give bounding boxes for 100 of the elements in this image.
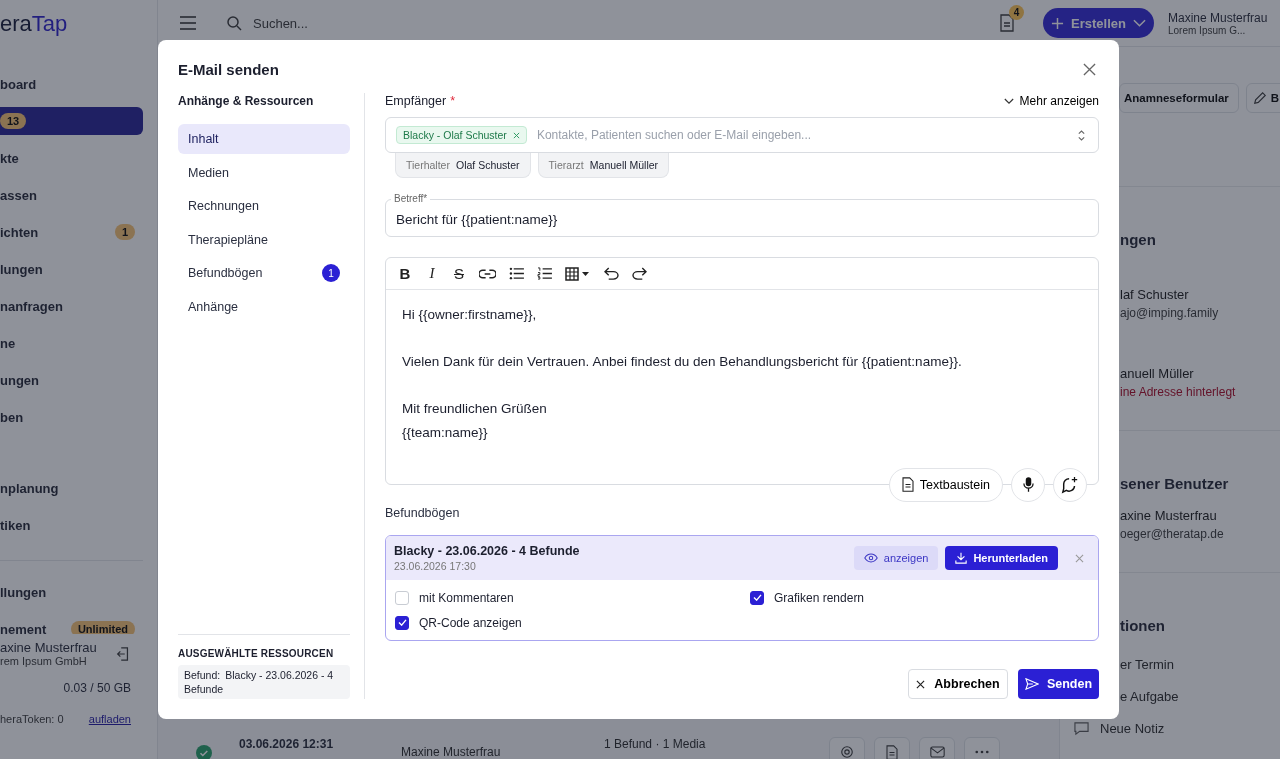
nav-item[interactable]: llungen [0,578,143,606]
message-text: Mit freundlichen Grüßen [402,400,548,418]
contact-email: ajo@imping.family [1120,306,1220,320]
count-badge: Unlimited [70,621,135,634]
cancel-button[interactable]: Abbrechen [908,669,1008,699]
nav-item[interactable]: 13 [0,107,143,135]
link-icon[interactable] [479,268,496,279]
message-text: Vielen Dank für dein Vertrauen. Anbei findest du den Behandlungsbericht für {{patient:name}}. [402,353,963,371]
section-heading: tionen [1120,617,1166,635]
ai-assistant-button[interactable] [1053,467,1087,502]
message-text: Hi {{owner:firstname}}, [402,306,538,324]
recipient-role: Tierhalter Olaf Schuster [395,153,531,178]
nav-item[interactable]: lungen [0,255,143,283]
findings-date: 23.06.2026 17:30 [394,560,477,572]
text-snippet-button[interactable]: Textbaustein [888,467,1003,502]
bold-button[interactable]: B [398,265,412,282]
remove-icon[interactable] [512,131,520,139]
send-button[interactable]: Senden [1018,669,1099,699]
redo-icon[interactable] [632,267,647,280]
action-link[interactable]: Neue Notiz [1100,721,1165,753]
table-icon[interactable] [565,266,591,281]
subject-field[interactable]: Betreff* Bericht für {{patient:name}} [385,192,1099,237]
token-balance: heraToken: 0 [0,713,64,725]
count-badge: 13 [0,113,27,129]
touch-button[interactable] [829,737,865,759]
entry-summary: 1 Befund · 1 Media [604,737,707,751]
bullet-list-icon[interactable] [509,267,524,280]
nav-item[interactable]: board [0,70,143,98]
create-button[interactable]: Erstellen [1043,8,1154,38]
show-more-button[interactable]: Mehr anzeigen [1003,94,1099,108]
caret-icon [1132,19,1146,27]
nav-item[interactable]: nement Unlimited [0,615,143,634]
italic-button[interactable]: I [425,265,439,282]
document-icon [886,744,898,759]
nav-item[interactable]: ben [0,403,143,431]
target-icon [840,745,854,759]
option-checkbox[interactable]: Grafiken rendern [750,585,1089,610]
action-link[interactable]: er Termin [1120,657,1174,672]
eye-icon [863,553,878,563]
view-button[interactable]: anzeigen [853,546,939,570]
nav-item[interactable]: ichten 1 [0,218,143,246]
undo-icon[interactable] [604,267,619,280]
storage-usage: 0.03 / 50 GB [62,681,131,695]
resource-tab[interactable]: Therapiepläne [178,224,350,255]
checkmark-icon [397,619,407,626]
checkbox[interactable] [750,590,764,605]
required-mark: * [450,94,456,108]
action-link[interactable]: e Aufgabe [1120,689,1179,704]
strikethrough-button[interactable]: S [452,265,466,282]
document-icon [901,477,914,492]
section-label: Befundbögen [385,506,461,520]
logout-icon[interactable] [115,645,131,662]
option-checkbox[interactable]: QR-Code anzeigen [395,610,750,635]
resource-tab[interactable]: Anhänge [178,291,350,322]
checkbox[interactable] [395,615,409,630]
nav-item[interactable]: assen [0,181,143,209]
nav-item[interactable]: nanfragen [0,292,143,320]
pencil-icon [1252,91,1267,105]
user-name: Maxine Musterfrau [1168,10,1269,25]
document-button[interactable] [874,737,910,759]
top-up-link[interactable]: aufladen [88,713,131,725]
panel-button[interactable]: Anamneseformular [1119,83,1239,113]
search-field[interactable]: Suchen... [251,14,555,32]
option-checkbox[interactable]: mit Kommentaren [395,585,750,610]
close-icon [916,679,926,689]
microphone-button[interactable] [1011,467,1045,502]
nav-item[interactable]: tiken [0,511,143,539]
download-icon [955,552,968,564]
panel-button[interactable]: B [1245,83,1280,113]
entry-date: 03.06.2026 12:31 [239,737,335,751]
panel-heading: Anhänge & Ressourcen [178,93,315,109]
recipient-role: Tierarzt Manuell Müller [537,153,670,178]
user-organization: rem Ipsum GmbH [0,655,88,667]
download-button[interactable]: Herunterladen [945,546,1058,570]
numbered-list-icon[interactable] [537,267,552,280]
menu-icon[interactable] [179,16,197,30]
resource-tab[interactable]: Inhalt [178,124,350,154]
caret-icon [1003,97,1014,105]
nav-item[interactable]: nplanung [0,474,143,502]
search-icon [226,15,242,31]
selected-resources-heading: AUSGEWÄHLTE RESSOURCEN [178,648,335,659]
contact-name: axine Musterfrau [1120,508,1218,524]
more-icon [975,750,989,754]
contact-email: ine Adresse hinterlegt [1120,385,1237,399]
nav-item[interactable]: kte [0,144,143,172]
document-icon[interactable] [1000,14,1014,32]
resource-tab[interactable]: Befundbögen 1 [178,258,350,288]
close-icon[interactable] [1083,62,1096,76]
resource-tab[interactable]: Rechnungen [178,191,350,221]
section-heading: ngen [1120,231,1157,249]
resource-tab[interactable]: Medien [178,157,350,188]
notification-badge: 4 [1009,5,1024,20]
chat-icon [1073,721,1090,736]
nav-item[interactable]: ne [0,329,143,357]
entry-author: Maxine Musterfrau [401,745,502,759]
mail-button[interactable] [919,737,955,759]
recipients-field[interactable]: Blacky - Olaf Schuster Kontakte, Patienten suchen oder E-Mail eingeben... [385,117,1099,153]
microphone-icon [1022,476,1034,493]
user-name: axine Musterfrau [0,640,97,655]
nav-item[interactable]: ungen [0,366,143,394]
